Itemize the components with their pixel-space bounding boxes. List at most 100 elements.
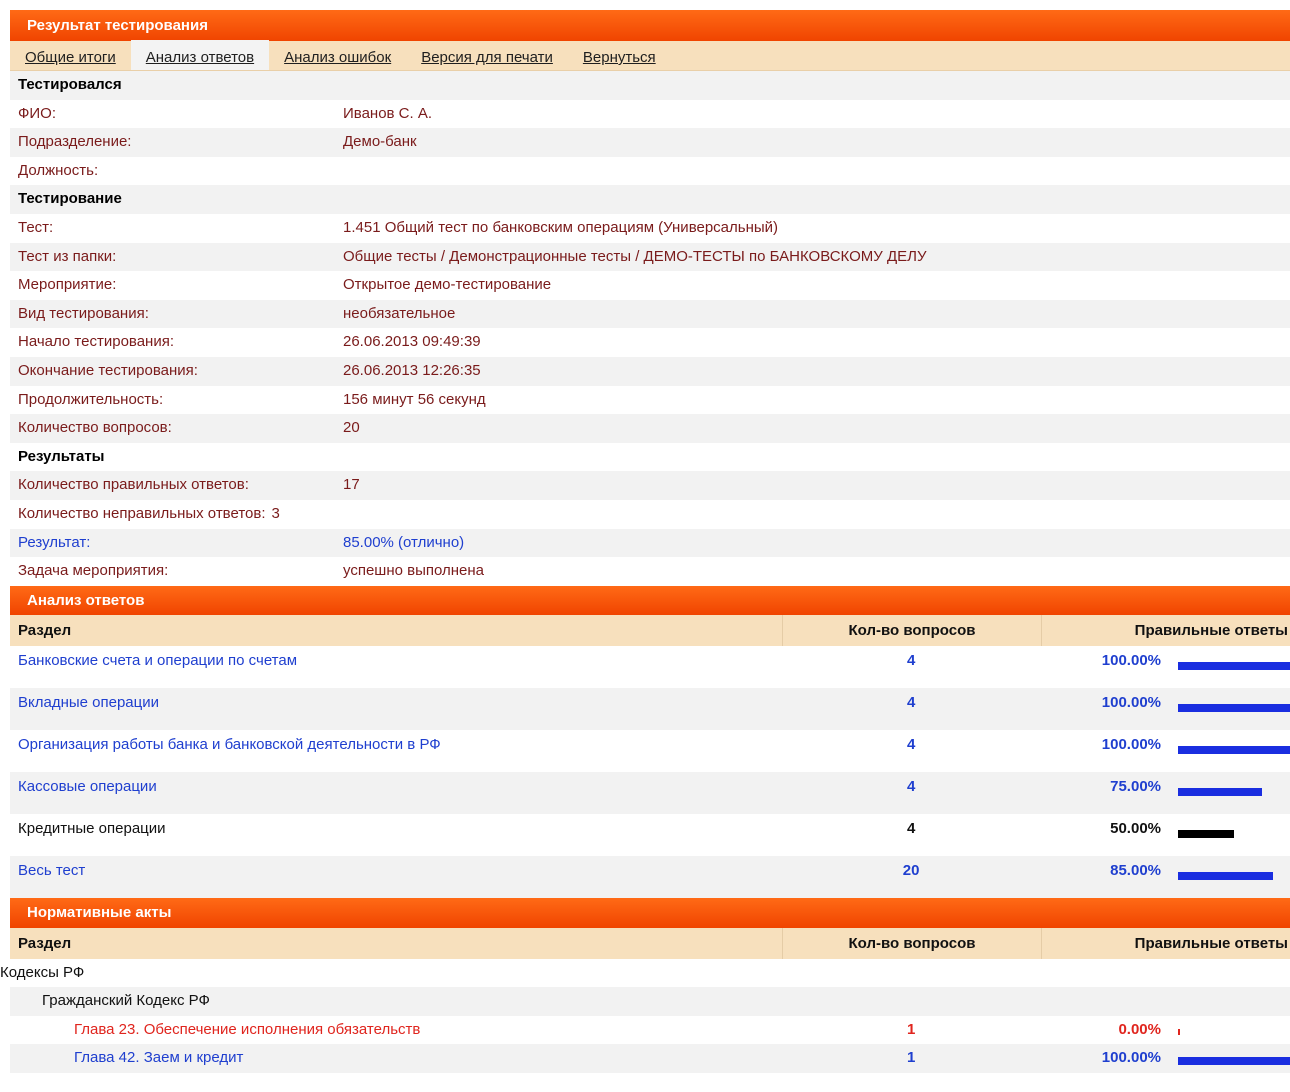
analysis-bar-track — [1178, 778, 1290, 796]
normative-question-count — [783, 987, 1041, 1016]
analysis-row: Вкладные операции 4 100.00% — [10, 687, 1290, 730]
normative-section-label[interactable]: Глава 42. Заем и кредит — [10, 1044, 782, 1073]
normative-header: Нормативные акты — [10, 897, 1290, 928]
info-row-department: Подразделение: Демо-банк — [10, 128, 1290, 157]
result-label: Результат: — [18, 533, 91, 551]
task-label: Задача мероприятия: — [18, 562, 169, 580]
analysis-question-count: 4 — [906, 693, 916, 711]
fio-label: ФИО: — [18, 104, 57, 122]
analysis-bar-track — [1178, 862, 1290, 880]
analysis-percent: 50.00% — [1110, 819, 1161, 837]
info-row-folder: Тест из папки: Общие тесты / Демонстраци… — [10, 242, 1290, 272]
analysis-progress-bar — [1178, 829, 1234, 838]
analysis-col-correct: Правильные ответы — [1134, 621, 1288, 639]
questions-value: 20 — [343, 419, 360, 437]
analysis-section-link[interactable]: Организация работы банка и банковской де… — [10, 730, 782, 753]
tab-summary[interactable]: Общие итоги — [10, 40, 131, 70]
analysis-header: Анализ ответов — [10, 585, 1290, 615]
info-row-duration: Продолжительность: 156 минут 56 секунд — [10, 385, 1290, 415]
event-value: Открытое демо-тестирование — [343, 276, 552, 294]
start-label: Начало тестирования: — [18, 333, 175, 351]
analysis-row: Банковские счета и операции по счетам 4 10… — [10, 645, 1290, 688]
group-tested-heading: Тестировался — [10, 71, 1290, 100]
end-value: 26.06.2013 12:26:35 — [343, 361, 481, 379]
analysis-correct-cell: 85.00% — [1040, 856, 1290, 880]
tab-back[interactable]: Вернуться — [568, 40, 671, 70]
group-results-heading: Результаты — [10, 442, 1290, 472]
analysis-question-count: 20 — [902, 861, 920, 879]
analysis-question-count: 4 — [906, 777, 916, 795]
info-row-test: Тест: 1.451 Общий тест по банковским опе… — [10, 213, 1290, 243]
analysis-row: Весь тест 20 85.00% — [10, 855, 1290, 898]
result-value: 85.00% (отлично) — [343, 533, 465, 551]
normative-row: Кодексы РФ — [0, 958, 1290, 988]
normative-row: Глава 42. Заем и кредит 1 100.00% — [10, 1044, 1290, 1073]
start-value: 26.06.2013 09:49:39 — [343, 333, 481, 351]
analysis-col-section: Раздел — [10, 614, 783, 646]
info-row-kind: Вид тестирования: необязательное — [10, 299, 1290, 329]
task-value: успешно выполнена — [343, 562, 485, 580]
normative-correct-cell — [1041, 987, 1290, 1016]
department-label: Подразделение: — [18, 133, 132, 151]
results-page: Результат тестирования Общие итоги Анали… — [0, 10, 1290, 1073]
normative-percent — [1041, 987, 1162, 1016]
department-value: Демо-банк — [343, 133, 417, 151]
analysis-section-link[interactable]: Весь тест — [10, 856, 782, 879]
event-label: Мероприятие: — [18, 276, 117, 294]
analysis-bar-track — [1178, 820, 1290, 838]
analysis-progress-bar — [1178, 661, 1290, 670]
analysis-row: Кредитные операции 4 50.00% — [10, 813, 1290, 856]
analysis-bar-track — [1178, 736, 1290, 754]
info-row-start: Начало тестирования: 26.06.2013 09:49:39 — [10, 328, 1290, 357]
info-row-questions: Количество вопросов: 20 — [10, 414, 1290, 443]
normative-correct-cell: 100.00% — [1040, 1044, 1290, 1073]
tab-print-version[interactable]: Версия для печати — [406, 40, 568, 70]
normative-column-headers: Раздел Кол-во вопросов Правильные ответы — [10, 927, 1290, 959]
analysis-correct-cell: 100.00% — [1040, 730, 1290, 754]
analysis-progress-bar — [1178, 787, 1262, 796]
normative-question-count: 1 — [906, 1020, 916, 1038]
analysis-percent: 100.00% — [1101, 651, 1161, 669]
analysis-section-link: Кредитные операции — [18, 819, 166, 837]
results-title: Результат тестирования — [27, 17, 208, 34]
info-row-event: Мероприятие: Открытое демо-тестирование — [10, 271, 1290, 300]
info-row-end: Окончание тестирования: 26.06.2013 12:26… — [10, 356, 1290, 386]
normative-bar-track — [1178, 1044, 1290, 1073]
normative-col-correct: Правильные ответы — [1134, 934, 1288, 952]
analysis-correct-cell: 100.00% — [1040, 688, 1290, 712]
results-header: Результат тестирования — [10, 10, 1290, 41]
analysis-bar-track — [1178, 652, 1290, 670]
normative-percent: 100.00% — [1101, 1049, 1161, 1067]
correct-label: Количество правильных ответов: — [18, 476, 249, 494]
group-testing-heading: Тестирование — [10, 185, 1290, 214]
analysis-section-link[interactable]: Вкладные операции — [10, 688, 782, 711]
wrong-value: 3 — [271, 504, 280, 522]
info-row-correct: Количество правильных ответов: 17 — [10, 471, 1290, 500]
tab-error-analysis[interactable]: Анализ ошибок — [269, 40, 406, 70]
analysis-col-count: Кол-во вопросов — [783, 614, 1042, 646]
analysis-progress-bar — [1178, 703, 1290, 712]
normative-section-label[interactable]: Глава 23. Обеспечение исполнения обязате… — [10, 1016, 782, 1045]
normative-progress-bar — [1178, 1057, 1290, 1066]
normative-section-label: Кодексы РФ — [0, 963, 85, 981]
folder-label: Тест из папки: — [18, 247, 117, 265]
normative-section-label: Гражданский Кодекс РФ — [42, 992, 210, 1010]
normative-col-count: Кол-во вопросов — [783, 927, 1042, 959]
normative-percent: 0.00% — [1118, 1020, 1161, 1038]
kind-value: необязательное — [343, 304, 456, 322]
test-value: 1.451 Общий тест по банковским операциям… — [343, 218, 779, 236]
analysis-correct-cell: 50.00% — [1040, 814, 1290, 838]
tab-bar: Общие итоги Анализ ответов Анализ ошибок… — [10, 40, 1290, 71]
tab-answer-analysis[interactable]: Анализ ответов — [130, 40, 270, 70]
info-row-result: Результат: 85.00% (отлично) — [10, 528, 1290, 558]
analysis-progress-bar — [1178, 745, 1290, 754]
fio-value: Иванов С. А. — [343, 104, 433, 122]
analysis-section-link[interactable]: Кассовые операции — [10, 772, 782, 795]
normative-question-count: 1 — [906, 1049, 916, 1067]
normative-correct-cell — [1031, 959, 1290, 988]
analysis-question-count: 4 — [906, 819, 916, 837]
analysis-bar-track — [1178, 694, 1290, 712]
analysis-section-link[interactable]: Банковские счета и операции по счетам — [10, 646, 782, 669]
duration-label: Продолжительность: — [18, 390, 164, 408]
analysis-column-headers: Раздел Кол-во вопросов Правильные ответы — [10, 614, 1290, 646]
